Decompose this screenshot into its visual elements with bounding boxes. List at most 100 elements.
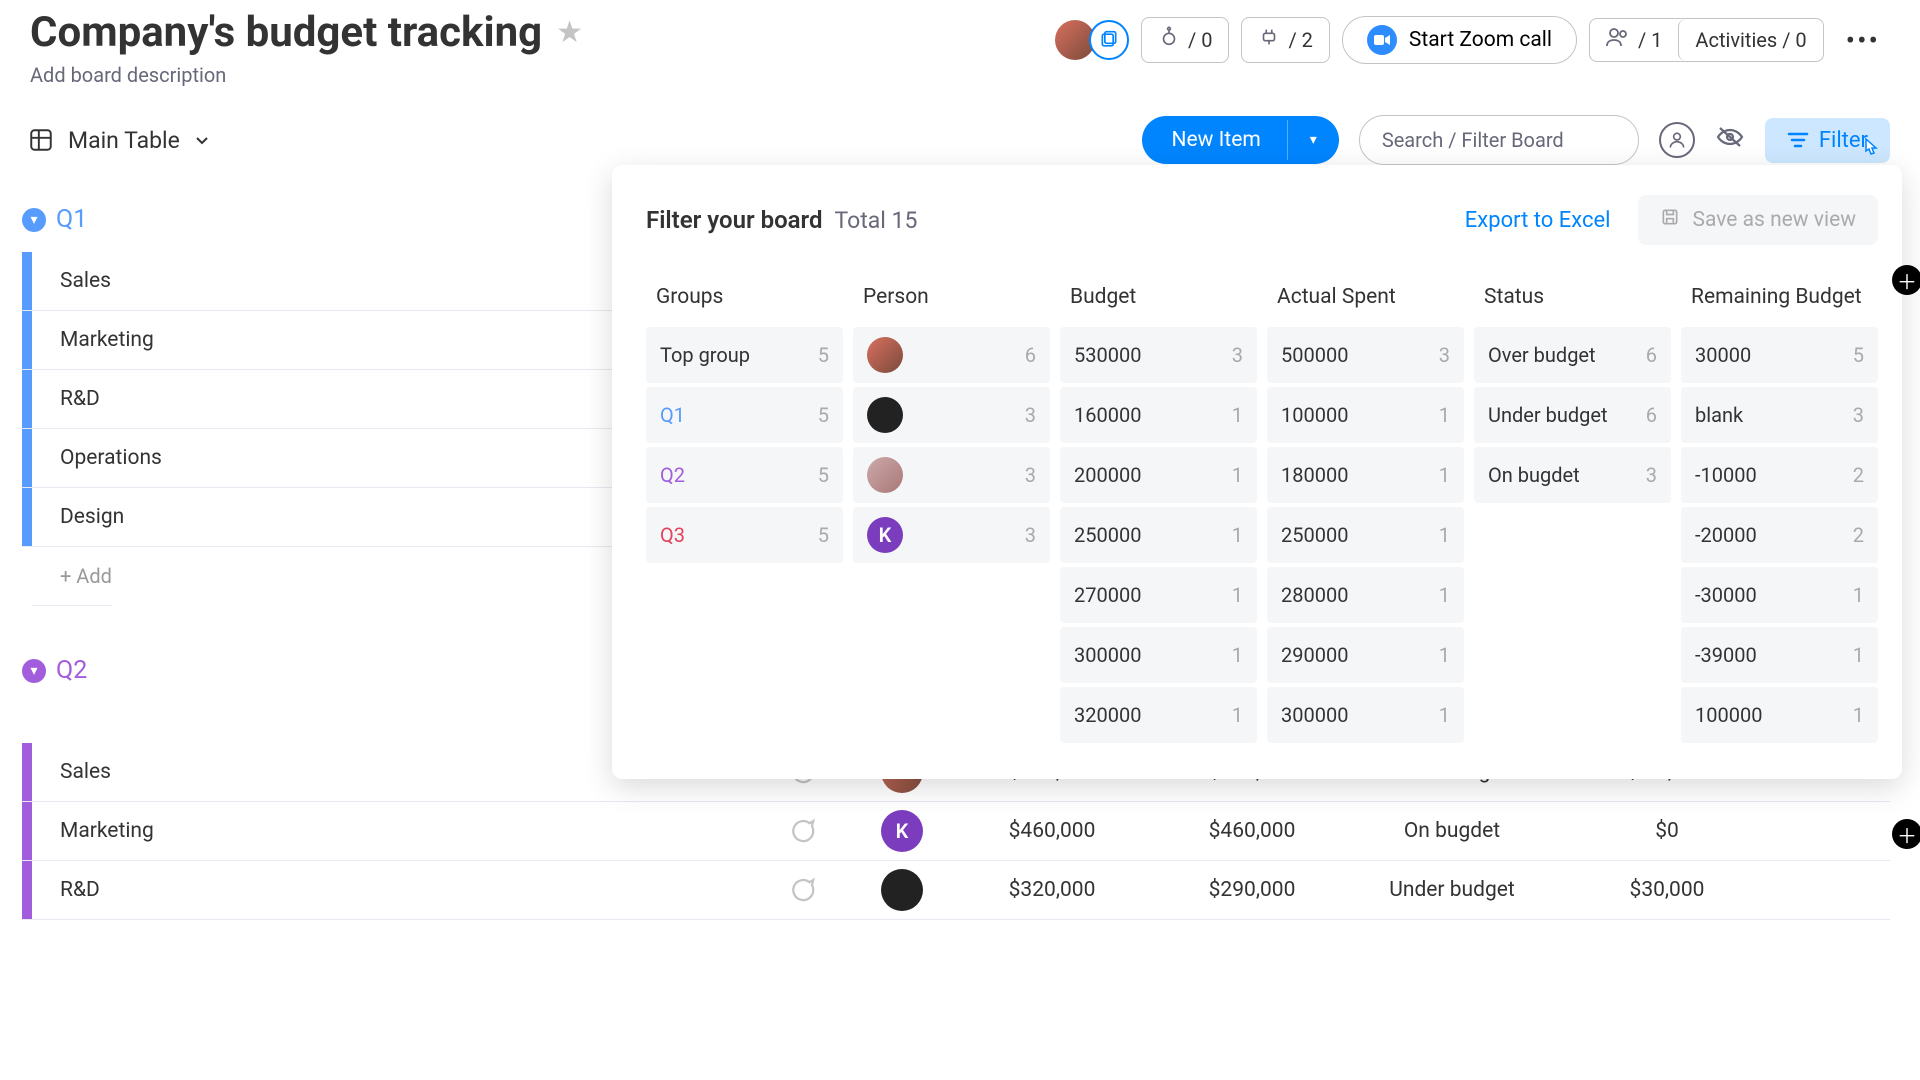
budget-cell[interactable]: $320,000 (952, 878, 1152, 902)
filter-option[interactable]: Under budget6 (1474, 387, 1671, 443)
status-cell[interactable]: On bugdet (1352, 819, 1552, 843)
members-button[interactable]: / 1 (1590, 19, 1678, 61)
filter-option-label: 530000 (1074, 343, 1141, 367)
filter-button[interactable]: Filter (1765, 118, 1890, 163)
filter-option[interactable]: 250000 1 (1267, 507, 1464, 563)
hide-columns-icon[interactable] (1715, 125, 1745, 156)
filter-option-count: 1 (1232, 463, 1243, 487)
filter-option-label: 320000 (1074, 703, 1141, 727)
filter-option[interactable]: 1000001 (1267, 387, 1464, 443)
filter-option-label: On bugdet (1488, 463, 1580, 487)
filter-option[interactable]: 3 (853, 447, 1050, 503)
filter-option-count: 5 (1853, 343, 1864, 367)
filter-option[interactable]: -300001 (1681, 567, 1878, 623)
chat-icon[interactable] (752, 875, 852, 905)
board-description[interactable]: Add board description (30, 63, 583, 87)
filter-option[interactable]: 3 (853, 387, 1050, 443)
board-owner-avatar[interactable] (1055, 20, 1129, 60)
filter-option[interactable]: -100002 (1681, 447, 1878, 503)
filter-option[interactable]: Over budget6 (1474, 327, 1671, 383)
status-cell[interactable]: Under budget (1352, 878, 1552, 902)
filter-option-label: 250000 (1074, 523, 1141, 547)
add-widget-button[interactable]: ＋ (1892, 265, 1920, 295)
filter-option[interactable]: 300000 1 (1060, 627, 1257, 683)
filter-option[interactable]: 2900001 (1267, 627, 1464, 683)
filter-option[interactable]: -200002 (1681, 507, 1878, 563)
integrations-button[interactable]: / 2 (1241, 17, 1329, 63)
view-switcher[interactable]: Main Table (28, 127, 210, 154)
filter-option-label: 300000 (1281, 703, 1348, 727)
filter-option[interactable]: 1000001 (1681, 687, 1878, 743)
filter-option[interactable]: 300000 1 (1267, 687, 1464, 743)
budget-cell[interactable]: $460,000 (952, 819, 1152, 843)
search-input[interactable]: Search / Filter Board (1359, 115, 1639, 165)
filter-option-label: Under budget (1488, 403, 1608, 427)
start-zoom-call-button[interactable]: Start Zoom call (1342, 16, 1577, 64)
filter-option-count: 3 (1025, 523, 1036, 547)
filter-option-count: 1 (1439, 523, 1450, 547)
filter-option[interactable]: 3200001 (1060, 687, 1257, 743)
filter-option-count: 1 (1439, 703, 1450, 727)
person-cell[interactable]: K (852, 810, 952, 852)
add-item-button[interactable]: + Add (32, 547, 112, 606)
filter-option-label: Top group (660, 343, 750, 367)
activities-button[interactable]: Activities / 0 (1678, 19, 1822, 61)
actual-spent-cell[interactable]: $290,000 (1152, 878, 1352, 902)
favorite-star-icon[interactable]: ★ (556, 15, 583, 50)
filter-option[interactable]: 2800001 (1267, 567, 1464, 623)
filter-option[interactable]: blank3 (1681, 387, 1878, 443)
filter-option[interactable]: 300005 (1681, 327, 1878, 383)
chat-icon[interactable] (752, 816, 852, 846)
person-cell[interactable] (852, 869, 952, 911)
filter-option[interactable]: 1800001 (1267, 447, 1464, 503)
page-title[interactable]: Company's budget tracking (30, 8, 542, 57)
filter-option[interactable]: Q35 (646, 507, 843, 563)
group-title-q2[interactable]: Q2 (56, 656, 87, 685)
add-widget-button[interactable]: ＋ (1892, 819, 1920, 849)
save-as-new-view-button[interactable]: Save as new view (1638, 195, 1878, 245)
avatar (867, 457, 903, 493)
actual-spent-cell[interactable]: $460,000 (1152, 819, 1352, 843)
avatar (867, 397, 903, 433)
filter-option[interactable]: On bugdet3 (1474, 447, 1671, 503)
filter-option[interactable]: 2500001 (1060, 507, 1257, 563)
filter-option[interactable]: 2700001 (1060, 567, 1257, 623)
filter-option-count: 1 (1439, 643, 1450, 667)
item-name[interactable]: R&D (32, 878, 752, 902)
item-name[interactable]: Marketing (32, 819, 752, 843)
zoom-icon (1367, 25, 1397, 55)
filter-option-label: 300000 (1074, 643, 1141, 667)
chevron-down-icon[interactable]: ▾ (1287, 120, 1339, 160)
more-options-icon[interactable]: ••• (1836, 24, 1890, 57)
filter-option[interactable]: Q15 (646, 387, 843, 443)
filter-option[interactable]: K3 (853, 507, 1050, 563)
filter-option[interactable]: -390001 (1681, 627, 1878, 683)
filter-option-count: 3 (1025, 403, 1036, 427)
person-filter-icon[interactable] (1659, 122, 1695, 158)
collapse-group-icon[interactable]: ▾ (22, 208, 46, 232)
remaining-budget-cell[interactable]: $30,000 (1552, 878, 1782, 902)
filter-option[interactable]: 200000 1 (1060, 447, 1257, 503)
filter-option[interactable]: Top group5 (646, 327, 843, 383)
collapse-group-icon[interactable]: ▾ (22, 659, 46, 683)
filter-option-label: 200000 (1074, 463, 1141, 487)
filter-option[interactable]: 6 (853, 327, 1050, 383)
filter-option-label: 250000 (1281, 523, 1348, 547)
filter-option-count: 2 (1853, 523, 1864, 547)
filter-option-count: 5 (818, 403, 829, 427)
filter-option-count: 1 (1853, 583, 1864, 607)
filter-option-count: 1 (1232, 643, 1243, 667)
table-row[interactable]: R&D $320,000 $290,000 Under budget $30,0… (22, 861, 1890, 920)
export-to-excel-link[interactable]: Export to Excel (1465, 208, 1611, 233)
filter-option[interactable]: 1600001 (1060, 387, 1257, 443)
filter-option-count: 3 (1439, 343, 1450, 367)
row-color-stripe (22, 802, 32, 860)
filter-option[interactable]: 5000003 (1267, 327, 1464, 383)
filter-option[interactable]: 5300003 (1060, 327, 1257, 383)
new-item-button[interactable]: New Item ▾ (1142, 116, 1339, 164)
automations-button[interactable]: / 0 (1141, 17, 1229, 63)
filter-option[interactable]: Q25 (646, 447, 843, 503)
remaining-budget-cell[interactable]: $0 (1552, 819, 1782, 843)
group-title-q1[interactable]: Q1 (56, 205, 87, 234)
table-row[interactable]: Marketing K $460,000 $460,000 On bugdet … (22, 802, 1890, 861)
